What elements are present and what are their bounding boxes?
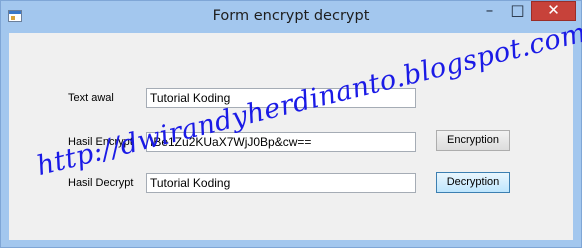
- encryption-button[interactable]: Encryption: [436, 130, 510, 151]
- decryption-button[interactable]: Decryption: [436, 172, 510, 193]
- title-bar[interactable]: Form encrypt decrypt – □ ✕: [1, 1, 581, 32]
- hasil-decrypt-label: Hasil Decrypt: [68, 177, 134, 189]
- close-button[interactable]: ✕: [531, 1, 576, 21]
- text-awal-label: Text awal: [68, 92, 114, 104]
- hasil-decrypt-input[interactable]: Tutorial Koding: [146, 173, 416, 193]
- maximize-button[interactable]: □: [504, 1, 531, 21]
- app-window: Form encrypt decrypt – □ ✕ Text awal Tut…: [0, 0, 582, 248]
- minimize-button[interactable]: –: [476, 1, 503, 21]
